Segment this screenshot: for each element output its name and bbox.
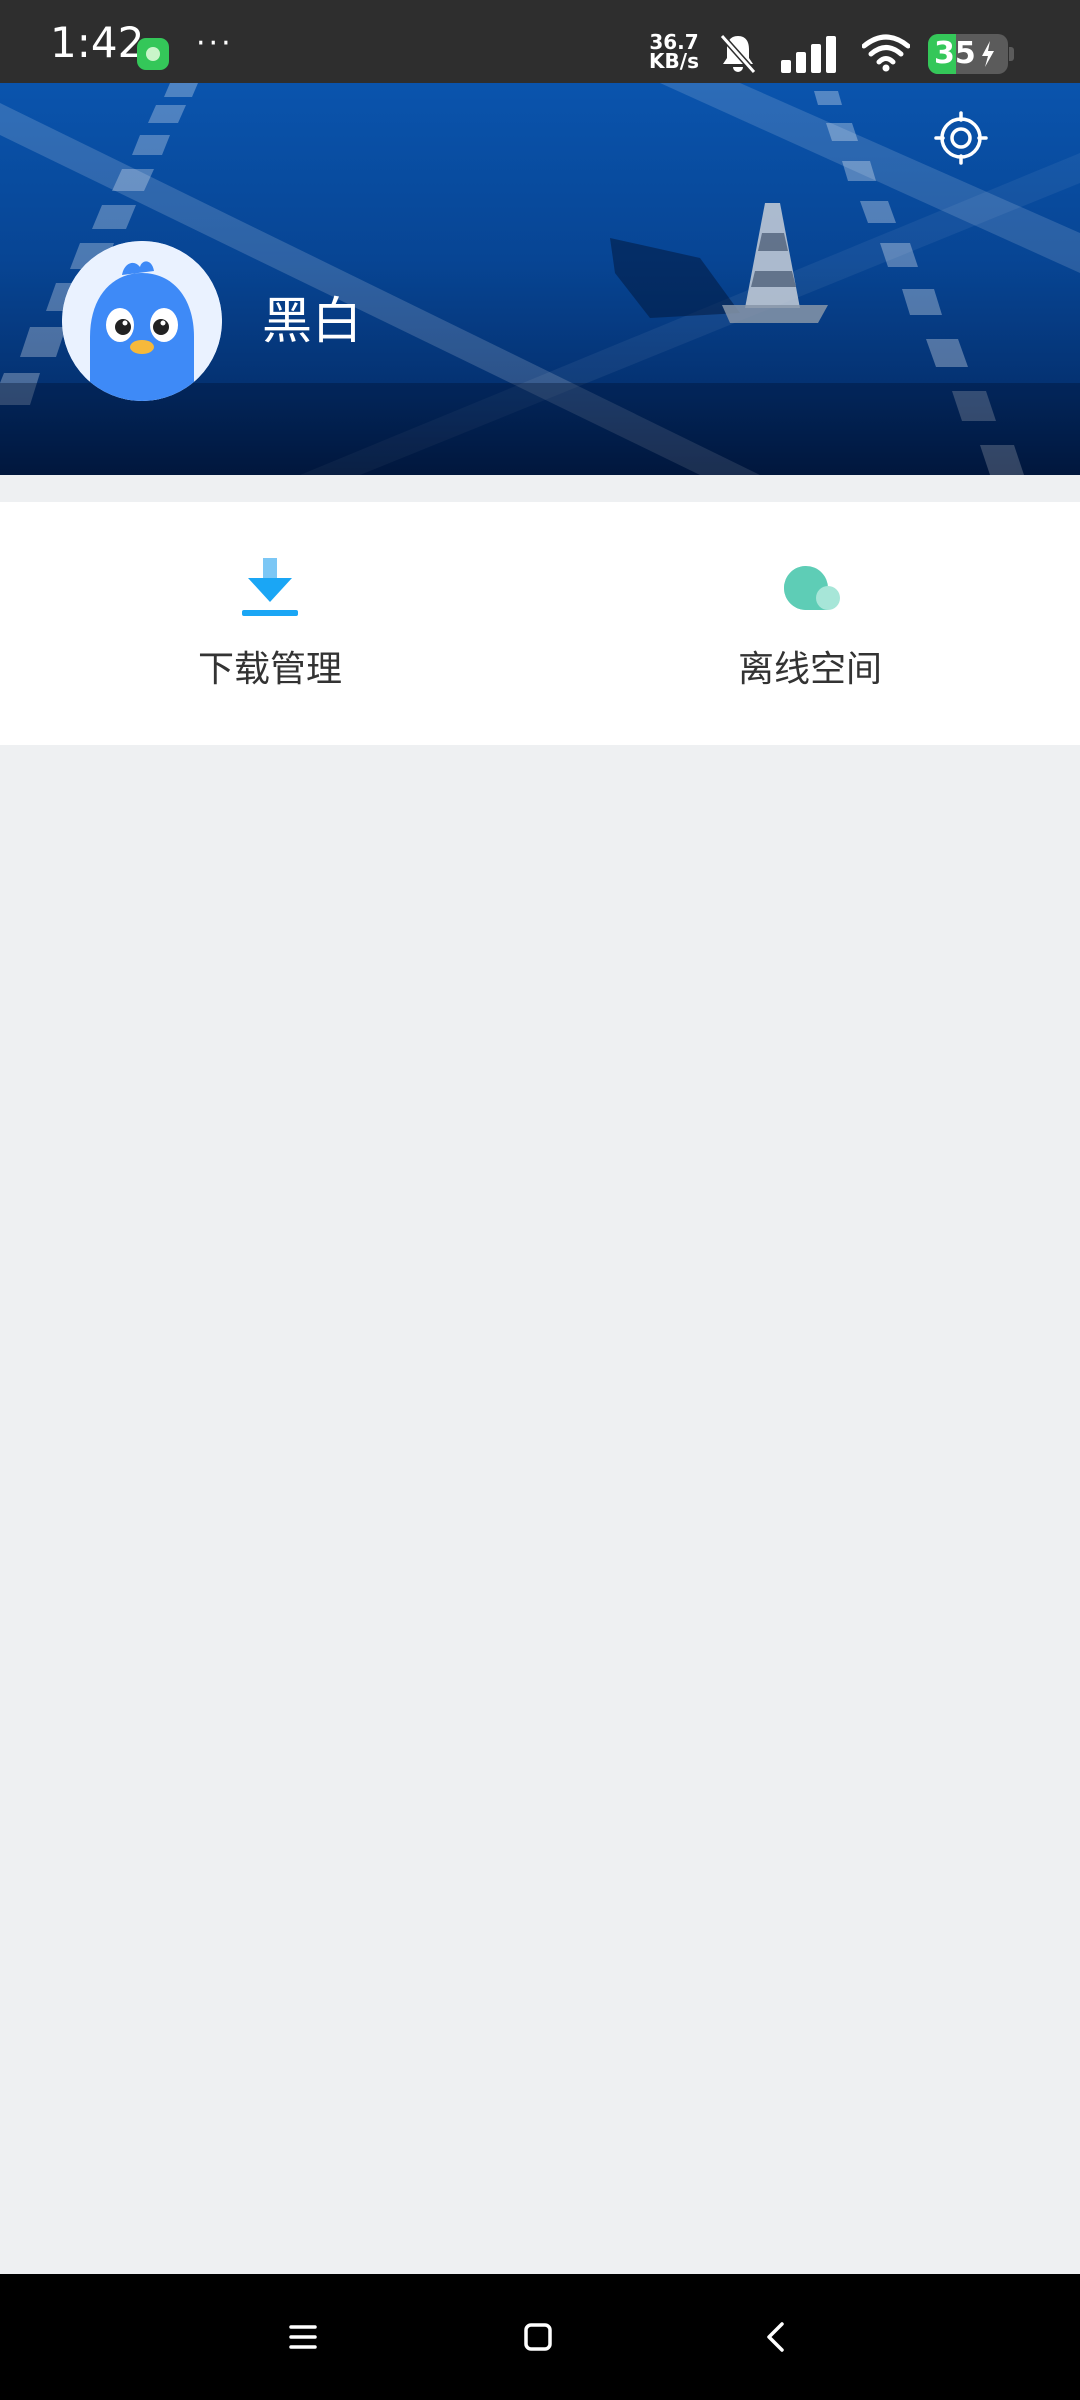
status-time: 1:42 [50, 18, 145, 67]
cloud-icon [784, 566, 840, 610]
download-manager-button[interactable]: 下载管理 [0, 502, 540, 745]
home-square-icon [524, 2323, 552, 2351]
battery-level: 35 [934, 36, 976, 71]
quick-actions-panel: 下载管理 离线空间 [0, 502, 1080, 745]
download-icon [242, 558, 298, 616]
bell-muted-icon [719, 34, 757, 74]
chat-app-icon [137, 38, 169, 70]
wifi-icon [862, 34, 910, 72]
bird-mascot-avatar-icon [62, 241, 222, 401]
back-chevron-icon [767, 2322, 784, 2352]
profile-header: 黑白 [0, 83, 1080, 475]
network-speed-unit: KB/s [649, 49, 699, 73]
status-more-indicator: ··· [196, 26, 234, 61]
menu-button[interactable] [268, 2302, 338, 2372]
system-navigation-bar [0, 2274, 1080, 2400]
back-button[interactable] [740, 2302, 810, 2372]
signal-bars-icon [781, 36, 836, 73]
charging-bolt-icon [982, 41, 994, 67]
menu-icon [289, 2325, 317, 2349]
home-button[interactable] [503, 2302, 573, 2372]
battery-indicator: 35 [928, 34, 1008, 74]
battery-cap [1009, 47, 1014, 61]
download-manager-label: 下载管理 [197, 649, 342, 690]
network-speed: 36.7 KB/s [646, 32, 702, 73]
settings-gear-icon[interactable] [934, 111, 988, 165]
offline-space-label: 离线空间 [737, 649, 882, 690]
avatar[interactable] [62, 241, 222, 401]
status-bar: 1:42 ··· 36.7 KB/s 35 [0, 0, 1080, 83]
offline-space-button[interactable]: 离线空间 [540, 502, 1080, 745]
username[interactable]: 黑白 [262, 291, 362, 351]
